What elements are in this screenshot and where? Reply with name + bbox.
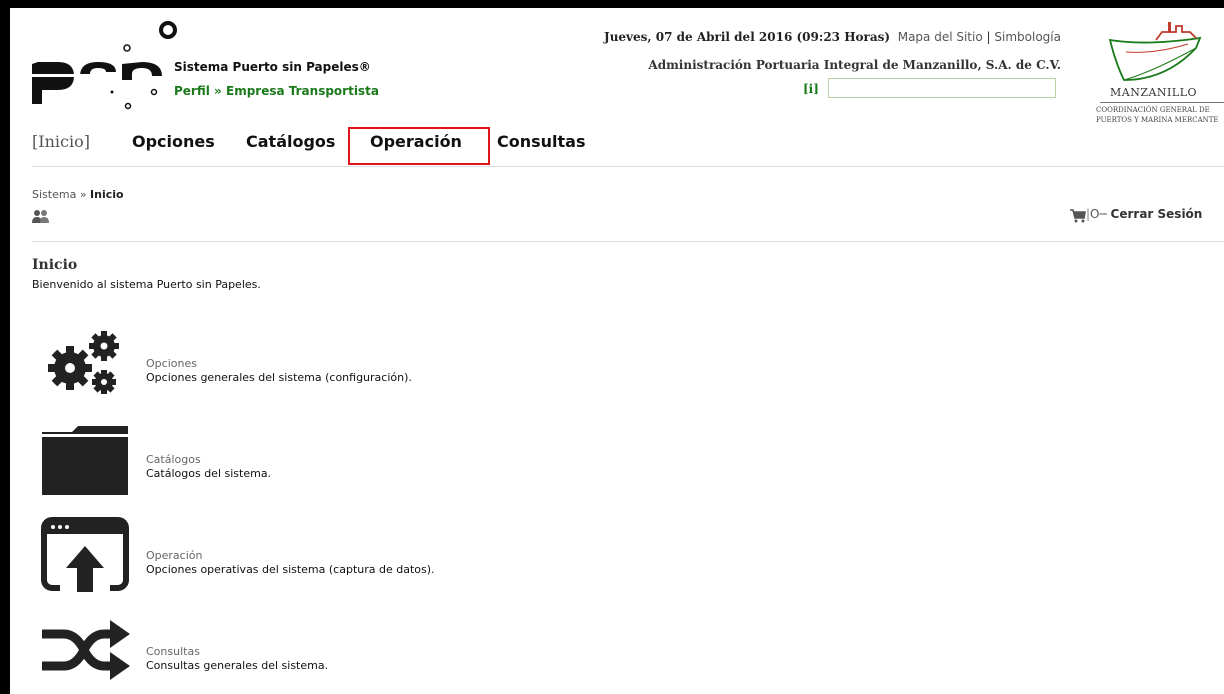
shuffle-icon xyxy=(42,620,130,680)
content-divider xyxy=(32,241,1224,242)
module-description: Opciones operativas del sistema (captura… xyxy=(146,563,435,576)
page-title: Inicio xyxy=(32,257,78,273)
links-separator: | xyxy=(986,30,991,44)
profile-line: Perfil » Empresa Transportista xyxy=(174,84,379,98)
profile-value: Empresa Transportista xyxy=(226,84,379,98)
session-area: |O─ Cerrar Sesión xyxy=(1086,207,1202,221)
module-description: Opciones generales del sistema (configur… xyxy=(146,371,412,384)
module-title: Consultas xyxy=(146,645,200,658)
page-frame: Sistema Puerto sin Papeles® Perfil » Emp… xyxy=(10,8,1224,694)
module-title: Opciones xyxy=(146,357,197,370)
search-input[interactable] xyxy=(828,78,1056,98)
menu-item-inicio[interactable]: [Inicio] xyxy=(32,132,90,151)
module-description: Catálogos del sistema. xyxy=(146,467,272,480)
module-catalogos[interactable]: Catálogos Catálogos del sistema. xyxy=(40,420,640,500)
cart-icon[interactable] xyxy=(1070,209,1086,223)
profile-separator: » xyxy=(214,84,222,98)
logout-link[interactable]: Cerrar Sesión xyxy=(1111,207,1203,221)
module-operacion[interactable]: Operación Opciones operativas del sistem… xyxy=(40,516,640,596)
organization-name: Administración Portuaria Integral de Man… xyxy=(648,58,1061,72)
site-title: Sistema Puerto sin Papeles® xyxy=(174,60,371,74)
welcome-text: Bienvenido al sistema Puerto sin Papeles… xyxy=(32,278,261,291)
users-icon[interactable] xyxy=(32,209,50,223)
module-opciones[interactable]: Opciones Opciones generales del sistema … xyxy=(40,324,640,404)
partner-name: MANZANILLO xyxy=(1110,86,1198,99)
menu-item-consultas[interactable]: Consultas xyxy=(497,132,586,151)
key-icon: O─ xyxy=(1090,207,1107,221)
gears-icon xyxy=(48,331,119,394)
breadcrumb-separator: » xyxy=(79,188,87,201)
module-description: Consultas generales del sistema. xyxy=(146,659,329,672)
sitemap-link[interactable]: Mapa del Sitio xyxy=(898,30,983,44)
folder-icon xyxy=(42,426,128,495)
info-link[interactable]: [i] xyxy=(803,82,819,96)
breadcrumb-current: Inicio xyxy=(90,188,124,201)
menu-divider xyxy=(32,166,1224,167)
partner-divider xyxy=(1100,102,1224,103)
date-and-links: Jueves, 07 de Abril del 2016 (09:23 Hora… xyxy=(604,30,1061,44)
psp-logo xyxy=(32,21,177,110)
partner-subtitle-2: PUERTOS Y MARINA MERCANTE xyxy=(1096,116,1219,124)
menu-item-opciones[interactable]: Opciones xyxy=(132,132,215,151)
current-date: Jueves, 07 de Abril del 2016 (09:23 Hora… xyxy=(604,30,891,44)
module-title: Operación xyxy=(146,549,203,562)
symbology-link[interactable]: Simbología xyxy=(994,30,1061,44)
profile-label: Perfil xyxy=(174,84,210,98)
module-title: Catálogos xyxy=(146,453,201,466)
breadcrumb-root[interactable]: Sistema xyxy=(32,188,76,201)
breadcrumb: Sistema » Inicio xyxy=(32,188,124,201)
operacion-highlight-box xyxy=(348,127,490,165)
module-consultas[interactable]: Consultas Consultas generales del sistem… xyxy=(40,612,640,692)
partner-subtitle-1: COORDINACIÓN GENERAL DE xyxy=(1096,106,1210,114)
menu-item-catalogos[interactable]: Catálogos xyxy=(246,132,335,151)
upload-window-icon xyxy=(41,517,129,592)
